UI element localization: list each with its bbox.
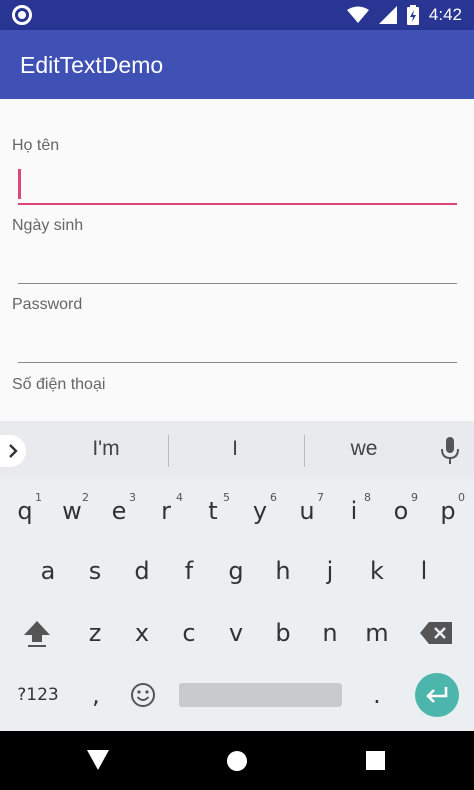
field-label-phone: Số điện thoại xyxy=(12,376,106,393)
back-icon[interactable] xyxy=(87,750,109,770)
key-t[interactable]: t5 xyxy=(190,483,236,539)
shift-key[interactable] xyxy=(14,605,60,661)
key-m[interactable]: m xyxy=(354,605,400,661)
key-hint: 0 xyxy=(458,491,465,504)
password-input[interactable] xyxy=(18,325,457,363)
key-hint: 6 xyxy=(270,491,277,504)
suggestion-3[interactable]: we xyxy=(304,437,424,461)
key-hint: 2 xyxy=(82,491,89,504)
key-l[interactable]: l xyxy=(401,543,447,599)
wifi-icon xyxy=(346,6,369,23)
key-p[interactable]: p0 xyxy=(425,483,471,539)
status-bar: 4:42 xyxy=(0,0,474,30)
emoji-icon xyxy=(131,683,155,707)
key-hint: 8 xyxy=(364,491,371,504)
suggestion-1[interactable]: I'm xyxy=(46,437,166,461)
field-label-password: Password xyxy=(12,296,83,313)
status-time: 4:42 xyxy=(428,5,462,24)
signal-icon xyxy=(378,6,397,24)
suggestion-divider xyxy=(168,435,169,467)
key-label: w xyxy=(62,497,82,525)
recents-icon[interactable] xyxy=(366,751,385,770)
mic-icon[interactable] xyxy=(440,437,460,465)
app-bar: EditTextDemo xyxy=(0,30,474,99)
key-hint: 7 xyxy=(317,491,324,504)
comma-key[interactable]: , xyxy=(73,667,119,723)
key-hint: 5 xyxy=(223,491,230,504)
app-title: EditTextDemo xyxy=(20,52,164,78)
key-g[interactable]: g xyxy=(213,543,259,599)
shift-icon xyxy=(24,621,50,647)
field-label-name: Họ tên xyxy=(12,137,60,154)
text-cursor xyxy=(18,169,21,199)
space-bar[interactable] xyxy=(179,683,342,707)
key-x[interactable]: x xyxy=(119,605,165,661)
suggestion-strip: I'm I we xyxy=(0,421,474,477)
key-label: e xyxy=(111,497,127,525)
field-label-birthdate: Ngày sinh xyxy=(12,217,84,234)
battery-icon xyxy=(406,5,419,25)
key-hint: 3 xyxy=(129,491,136,504)
form-content: Họ tên Ngày sinh Password Số điện thoại xyxy=(0,99,474,421)
name-input-underline xyxy=(18,203,457,205)
notification-icon xyxy=(12,5,32,25)
navigation-bar xyxy=(0,731,474,790)
key-e[interactable]: e3 xyxy=(96,483,142,539)
key-v[interactable]: v xyxy=(213,605,259,661)
period-key[interactable]: . xyxy=(354,667,400,723)
name-input[interactable] xyxy=(18,165,457,205)
enter-key[interactable] xyxy=(415,673,459,717)
backspace-icon xyxy=(420,622,452,644)
key-label: u xyxy=(299,497,315,525)
key-c[interactable]: c xyxy=(166,605,212,661)
birthdate-input[interactable] xyxy=(18,247,457,285)
key-u[interactable]: u7 xyxy=(284,483,330,539)
status-icons: 4:42 xyxy=(346,0,462,30)
key-d[interactable]: d xyxy=(119,543,165,599)
password-input-underline xyxy=(18,362,457,363)
key-z[interactable]: z xyxy=(72,605,118,661)
key-f[interactable]: f xyxy=(166,543,212,599)
backspace-key[interactable] xyxy=(413,605,459,661)
key-o[interactable]: o9 xyxy=(378,483,424,539)
expand-toolbar-button[interactable] xyxy=(0,435,26,467)
key-hint: 4 xyxy=(176,491,183,504)
key-r[interactable]: r4 xyxy=(143,483,189,539)
key-label: q xyxy=(17,497,33,525)
key-j[interactable]: j xyxy=(307,543,353,599)
key-label: t xyxy=(208,497,218,525)
enter-icon xyxy=(426,687,448,703)
chevron-right-icon xyxy=(9,444,18,458)
key-a[interactable]: a xyxy=(25,543,71,599)
key-k[interactable]: k xyxy=(354,543,400,599)
key-hint: 9 xyxy=(411,491,418,504)
key-h[interactable]: h xyxy=(260,543,306,599)
key-w[interactable]: w2 xyxy=(49,483,95,539)
key-label: r xyxy=(161,497,171,525)
key-s[interactable]: s xyxy=(72,543,118,599)
home-icon[interactable] xyxy=(226,750,248,772)
key-n[interactable]: n xyxy=(307,605,353,661)
soft-keyboard: I'm I we q1 w2 e3 r4 t5 y6 u7 i8 o9 p0 a… xyxy=(0,421,474,731)
suggestion-2[interactable]: I xyxy=(175,437,295,461)
key-q[interactable]: q1 xyxy=(2,483,48,539)
key-b[interactable]: b xyxy=(260,605,306,661)
key-hint: 1 xyxy=(35,491,42,504)
key-label: y xyxy=(252,497,268,525)
birthdate-input-underline xyxy=(18,283,457,284)
key-label: i xyxy=(350,497,358,525)
key-label: p xyxy=(440,497,456,525)
key-i[interactable]: i8 xyxy=(331,483,377,539)
symbols-key[interactable]: ?123 xyxy=(10,667,66,723)
key-label: o xyxy=(393,497,409,525)
emoji-key[interactable] xyxy=(120,667,166,723)
key-y[interactable]: y6 xyxy=(237,483,283,539)
